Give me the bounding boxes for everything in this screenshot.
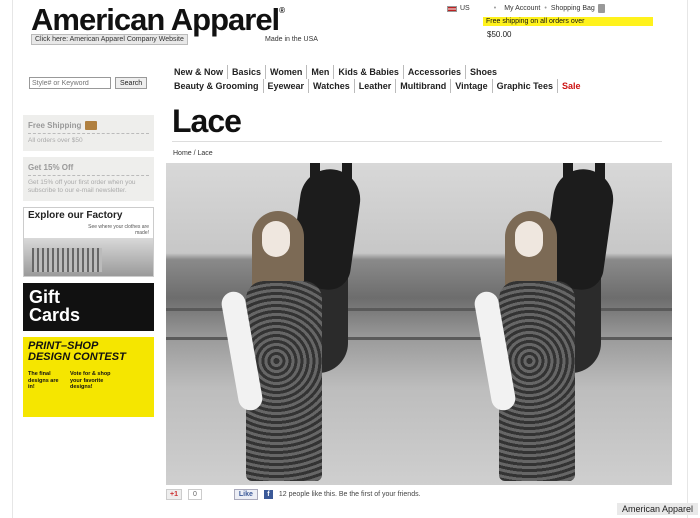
promo-title: Free Shipping [28, 121, 149, 134]
facebook-icon: f [263, 490, 273, 499]
nav-item-graphic-tees[interactable]: Graphic Tees [493, 79, 558, 93]
horse-ear-image [342, 163, 352, 183]
top-separator-icon: • [544, 5, 547, 12]
breadcrumb[interactable]: Home / Lace [173, 150, 213, 157]
promo-text: Get 15% off your first order when you su… [28, 179, 136, 194]
nav-row-2: Beauty & Grooming Eyewear Watches Leathe… [173, 79, 584, 93]
gift-line-1: Gift [29, 287, 60, 307]
top-bar: US • My Account • Shopping Bag [447, 4, 605, 13]
horse-ear-image [595, 163, 605, 183]
model-face-image [515, 221, 543, 257]
factory-subtitle: See where your clothes are made! [88, 224, 149, 236]
brand-logo[interactable]: American Apparel® [31, 2, 285, 38]
my-account-link[interactable]: My Account [504, 5, 540, 12]
main-nav: New & Now Basics Women Men Kids & Babies… [173, 65, 584, 93]
contest-col-vote: Vote for & shop your favorite designs! [70, 371, 111, 390]
nav-item-women[interactable]: Women [266, 65, 308, 79]
nav-item-beauty-grooming[interactable]: Beauty & Grooming [173, 79, 264, 93]
shopping-bag-link[interactable]: Shopping Bag [551, 5, 595, 12]
promo-text: All orders over $50 [28, 137, 83, 144]
nav-row-1: New & Now Basics Women Men Kids & Babies… [173, 65, 584, 79]
factory-image [24, 238, 153, 276]
nav-item-sale[interactable]: Sale [558, 79, 585, 93]
nav-item-basics[interactable]: Basics [228, 65, 267, 79]
nav-item-multibrand[interactable]: Multibrand [396, 79, 452, 93]
nav-item-kids-babies[interactable]: Kids & Babies [334, 65, 404, 79]
factory-promo[interactable]: Explore our Factory See where your cloth… [23, 207, 154, 277]
nav-item-shoes[interactable]: Shoes [466, 65, 501, 79]
social-bar: +1 0 Like f 12 people like this. Be the … [166, 489, 421, 500]
registered-mark: ® [279, 6, 285, 15]
free-shipping-promo[interactable]: Free Shipping All orders over $50 [23, 115, 154, 151]
nav-item-watches[interactable]: Watches [309, 79, 355, 93]
model-face-image [262, 221, 290, 257]
search-input[interactable] [29, 77, 111, 89]
product-photo-right[interactable] [419, 163, 672, 485]
product-photo-left[interactable] [166, 163, 419, 485]
us-flag-icon [447, 5, 457, 12]
page-title: Lace [172, 103, 242, 139]
contest-col-final: The final designs are in! [28, 371, 59, 390]
title-divider [172, 141, 662, 142]
search-button[interactable]: Search [115, 77, 148, 89]
page-container: American Apparel® Click here: American A… [12, 0, 688, 518]
google-plus-count: 0 [187, 489, 202, 500]
company-website-link[interactable]: Click here: American Apparel Company Web… [31, 34, 188, 45]
free-shipping-amount: $50.00 [487, 30, 512, 39]
google-plus-button[interactable]: +1 [166, 489, 182, 500]
nav-item-new-and-now[interactable]: New & Now [173, 65, 229, 79]
nav-item-eyewear[interactable]: Eyewear [264, 79, 310, 93]
promo-title: Get 15% Off [28, 163, 149, 176]
horse-ear-image [310, 163, 320, 183]
gift-cards-promo[interactable]: Gift Cards [23, 283, 154, 331]
shopping-bag-icon[interactable] [597, 4, 605, 13]
facebook-like-button[interactable]: Like [233, 489, 258, 500]
top-separator-icon: • [493, 5, 497, 12]
search-bar: Search [29, 77, 148, 89]
nav-item-accessories[interactable]: Accessories [404, 65, 466, 79]
nav-item-leather[interactable]: Leather [355, 79, 397, 93]
contest-title-2: DESIGN CONTEST [28, 351, 126, 363]
region-selector[interactable]: US [460, 5, 470, 12]
factory-title: Explore our Factory [28, 210, 123, 221]
gift-line-2: Cards [29, 305, 81, 325]
shipping-box-icon [85, 121, 98, 130]
design-contest-promo[interactable]: PRINT–SHOP DESIGN CONTEST The final desi… [23, 337, 154, 417]
free-shipping-banner: Free shipping on all orders over [483, 17, 653, 26]
factory-building-image [32, 248, 102, 272]
discount-promo[interactable]: Get 15% Off Get 15% off your first order… [23, 157, 154, 201]
horse-ear-image [563, 163, 573, 183]
made-in-usa-label: Made in the USA [265, 36, 318, 43]
nav-item-vintage[interactable]: Vintage [451, 79, 493, 93]
contest-details: The final designs are in! Vote for & sho… [28, 371, 149, 391]
nav-item-men[interactable]: Men [307, 65, 335, 79]
sidebar: Free Shipping All orders over $50 Get 15… [23, 115, 154, 417]
like-count-text: 12 people like this. Be the first of you… [278, 491, 421, 498]
watermark-label: American Apparel [616, 503, 698, 515]
